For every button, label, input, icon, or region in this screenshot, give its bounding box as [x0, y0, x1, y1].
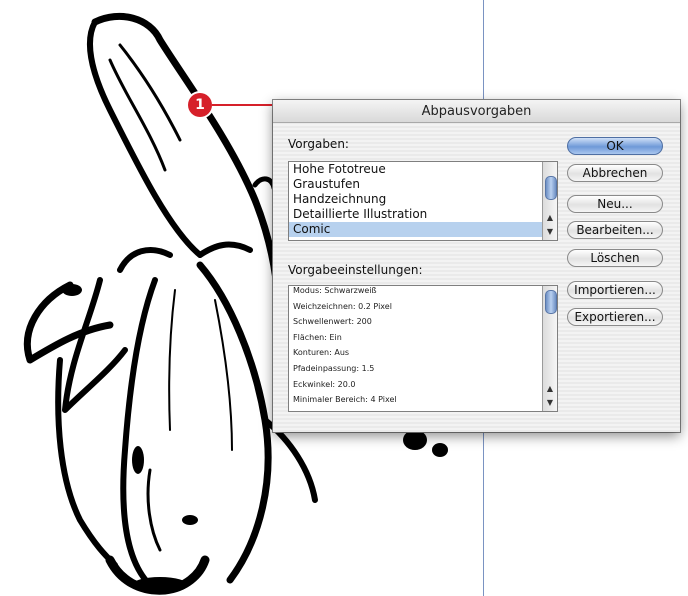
settings-label: Vorgabeeinstellungen: [288, 263, 423, 277]
scroll-thumb[interactable] [545, 290, 557, 314]
list-item[interactable]: Graustufen [289, 177, 557, 192]
scroll-thumb[interactable] [545, 176, 557, 200]
list-item[interactable]: Detaillierte Illustration [289, 207, 557, 222]
tracing-presets-dialog: Abpausvorgaben Vorgaben: Hohe Fototreue … [273, 100, 680, 432]
list-item[interactable]: Hohe Fototreue [289, 162, 557, 177]
dialog-body: Vorgaben: Hohe Fototreue Graustufen Hand… [273, 123, 680, 432]
setting-row: Konturen: Aus [293, 348, 350, 358]
settings-scrollbar[interactable]: ▲ ▼ [542, 286, 557, 411]
setting-row: Weichzeichnen: 0.2 Pixel [293, 301, 392, 311]
import-button[interactable]: Importieren... [567, 281, 663, 299]
scroll-up-arrow-icon[interactable]: ▲ [543, 212, 557, 224]
dialog-titlebar[interactable]: Abpausvorgaben [273, 100, 680, 123]
delete-button[interactable]: Löschen [567, 249, 663, 267]
presets-list[interactable]: Hohe Fototreue Graustufen Handzeichnung … [288, 161, 558, 241]
setting-row: Modus: Schwarzweiß [293, 286, 377, 295]
export-button[interactable]: Exportieren... [567, 308, 663, 326]
edit-button[interactable]: Bearbeiten... [567, 221, 663, 239]
scroll-down-arrow-icon[interactable]: ▼ [543, 397, 557, 409]
setting-row: Minimaler Bereich: 4 Pixel [293, 395, 397, 405]
scroll-down-arrow-icon[interactable]: ▼ [543, 226, 557, 238]
list-item-selected[interactable]: Comic [289, 222, 557, 237]
ok-button[interactable]: OK [567, 137, 663, 155]
presets-scrollbar[interactable]: ▲ ▼ [542, 162, 557, 240]
callout-badge: 1 [188, 93, 212, 117]
list-item[interactable]: Handzeichnung [289, 192, 557, 207]
new-button[interactable]: Neu... [567, 195, 663, 213]
settings-list[interactable]: Modus: Schwarzweiß Weichzeichnen: 0.2 Pi… [288, 285, 558, 412]
scroll-up-arrow-icon[interactable]: ▲ [543, 383, 557, 395]
presets-label: Vorgaben: [288, 137, 349, 151]
setting-row: Schwellenwert: 200 [293, 317, 372, 327]
cancel-button[interactable]: Abbrechen [567, 164, 663, 182]
dialog-title: Abpausvorgaben [421, 103, 532, 119]
setting-row: Flächen: Ein [293, 332, 342, 342]
setting-row: Pfadeinpassung: 1.5 [293, 363, 375, 373]
setting-row: Eckwinkel: 20.0 [293, 379, 356, 389]
